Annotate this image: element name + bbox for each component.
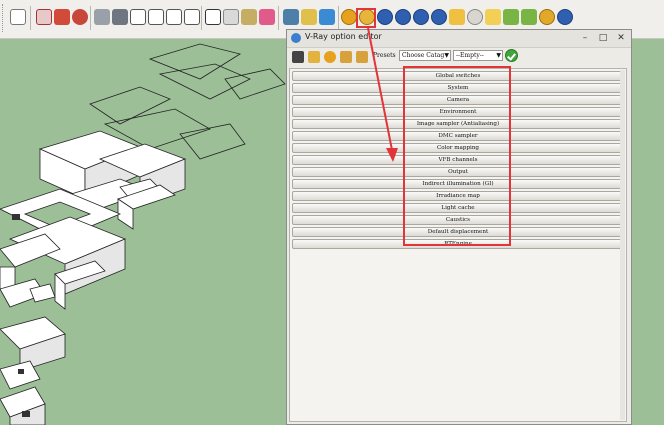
maximize-icon[interactable]: □ xyxy=(597,32,609,44)
vray-logo-icon xyxy=(291,33,301,43)
cursor-icon[interactable] xyxy=(130,9,146,25)
vray-sphere-icon[interactable] xyxy=(377,9,393,25)
dialog-title-bar[interactable]: V-Ray option editor – □ ✕ xyxy=(287,30,631,48)
download-icon[interactable] xyxy=(223,9,239,25)
vray-mesh-icon[interactable] xyxy=(431,9,447,25)
vray-sun-icon[interactable] xyxy=(467,9,483,25)
vray-camera-icon[interactable] xyxy=(539,9,555,25)
orbit-icon[interactable] xyxy=(72,9,88,25)
building-icon[interactable] xyxy=(94,9,110,25)
chevron-down-icon: ▼ xyxy=(444,52,449,59)
toolbar-separator xyxy=(90,6,91,30)
vray-proxy-icon[interactable] xyxy=(449,9,465,25)
scrollbar[interactable] xyxy=(620,70,625,420)
close-icon[interactable]: ✕ xyxy=(615,32,627,44)
eraser-icon[interactable] xyxy=(36,9,52,25)
export-icon[interactable] xyxy=(340,51,352,63)
vray-rt-icon[interactable] xyxy=(301,9,317,25)
preset-category-value: Choose Catag xyxy=(402,52,445,59)
toolbar-separator xyxy=(201,6,202,30)
preset-value: --Empty-- xyxy=(456,52,484,59)
preset-category-select[interactable]: Choose Catag ▼ xyxy=(399,50,451,61)
vray-infinite-plane-icon[interactable] xyxy=(521,9,537,25)
vray-help-icon[interactable] xyxy=(557,9,573,25)
vray-options-icon[interactable] xyxy=(259,9,275,25)
import-icon[interactable] xyxy=(356,51,368,63)
vray-batch-icon[interactable] xyxy=(319,9,335,25)
open-folder-icon[interactable] xyxy=(308,51,320,63)
save-icon[interactable] xyxy=(292,51,304,63)
vray-ies-icon[interactable] xyxy=(485,9,501,25)
chevron-down-icon: ▼ xyxy=(496,52,501,59)
preset-icon[interactable] xyxy=(324,51,336,63)
vray-dome-icon[interactable] xyxy=(395,9,411,25)
vray-material-icon[interactable] xyxy=(241,9,257,25)
vray-plane-icon[interactable] xyxy=(413,9,429,25)
rollout-highlight-box xyxy=(403,66,511,246)
toolbar-grip[interactable] xyxy=(2,4,6,32)
toolbar-separator xyxy=(338,6,339,30)
toolbar-highlight-box xyxy=(356,8,376,28)
dialog-title: V-Ray option editor xyxy=(305,32,382,41)
presets-label: Presets xyxy=(373,52,396,59)
select-icon[interactable] xyxy=(10,9,26,25)
toolbar-separator xyxy=(30,6,31,30)
apply-preset-button[interactable] xyxy=(505,49,518,62)
minimize-icon[interactable]: – xyxy=(579,32,591,44)
house-icon[interactable] xyxy=(112,9,128,25)
paint-bucket-icon[interactable] xyxy=(54,9,70,25)
toolbar-separator xyxy=(278,6,279,30)
layers-icon[interactable] xyxy=(184,9,200,25)
push-pull-icon[interactable] xyxy=(205,9,221,25)
vray-frame-icon[interactable] xyxy=(341,9,357,25)
component-icon[interactable] xyxy=(148,9,164,25)
vray-render-icon[interactable] xyxy=(283,9,299,25)
scissors-icon[interactable] xyxy=(166,9,182,25)
preset-value-select[interactable]: --Empty-- ▼ xyxy=(453,50,503,61)
vray-fur-icon[interactable] xyxy=(503,9,519,25)
